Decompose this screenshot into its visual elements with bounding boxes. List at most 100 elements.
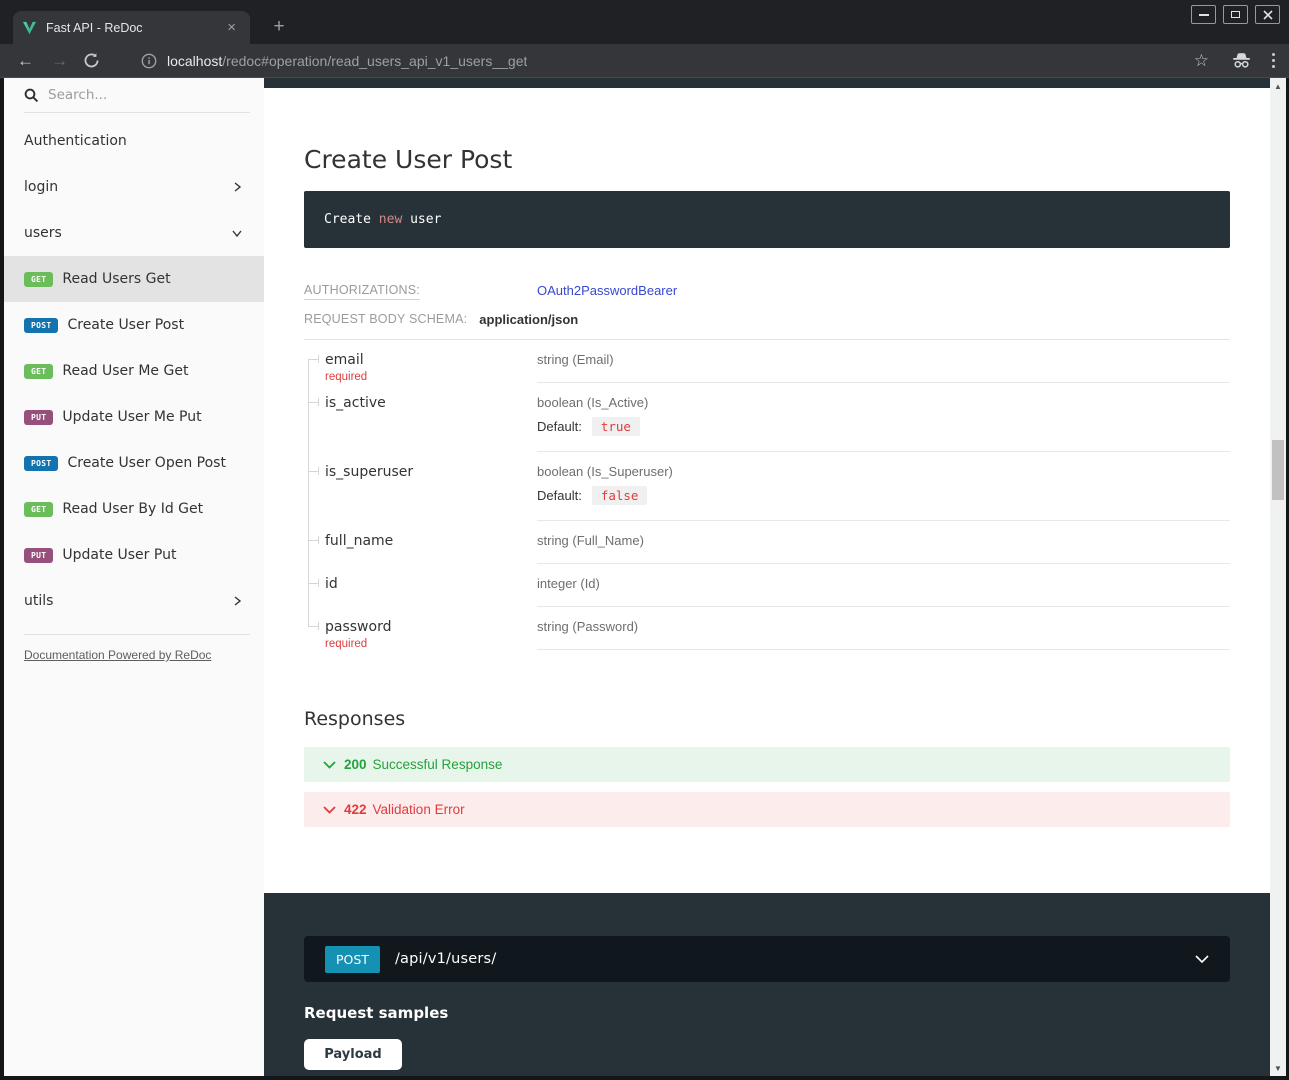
address-bar[interactable]: localhost/redoc#operation/read_users_api… (120, 53, 1194, 69)
sidebar-footer: Documentation Powered by ReDoc (24, 634, 250, 663)
field-default-value: true (592, 417, 640, 436)
field-name: email (325, 352, 364, 368)
chevron-icon (230, 226, 244, 240)
chevron-down-icon (323, 806, 336, 814)
previous-section-dark-strip (264, 78, 1270, 88)
field-type: boolean (Is_Active) (537, 395, 1230, 410)
search-row (4, 78, 264, 112)
field-default-label: Default: (537, 488, 582, 503)
sample-tab-payload[interactable]: Payload (304, 1039, 402, 1070)
sample-tabs: Payload (304, 1039, 1230, 1070)
field-required-flag: required (325, 638, 527, 650)
sidebar-item-utils[interactable]: utils (4, 578, 264, 624)
sidebar-item-create-user-post[interactable]: POST Create User Post (4, 302, 264, 348)
url-host: localhost (167, 53, 222, 69)
method-badge: POST (24, 456, 58, 471)
browser-window: Fast API - ReDoc × + ← → (0, 0, 1289, 1080)
description-text: user (402, 212, 441, 227)
favicon-v-icon (22, 21, 37, 35)
sidebar-item-read-users-get[interactable]: GET Read Users Get (4, 256, 264, 302)
endpoint-path: /api/v1/users/ (395, 951, 496, 967)
sidebar-item-update-user-me-put[interactable]: PUT Update User Me Put (4, 394, 264, 440)
response-code: 200 (344, 757, 367, 772)
powered-by-redoc-link[interactable]: Documentation Powered by ReDoc (24, 648, 211, 662)
incognito-icon (1231, 52, 1252, 69)
oauth2-password-bearer-link[interactable]: OAuth2PasswordBearer (537, 283, 677, 298)
sidebar-item-label: users (24, 225, 230, 241)
http-method-badge: POST (325, 946, 380, 973)
browser-tab[interactable]: Fast API - ReDoc × (13, 11, 250, 44)
schema-field-row: full_name string (Full_Name) (304, 521, 1230, 564)
search-input[interactable] (48, 87, 218, 103)
forward-icon: → (51, 52, 68, 69)
field-type: string (Password) (537, 619, 1230, 634)
endpoint-bar[interactable]: POST /api/v1/users/ (304, 936, 1230, 982)
sidebar-item-read-user-by-id-get[interactable]: GET Read User By Id Get (4, 486, 264, 532)
schema-fields: email required string (Email) is_active … (304, 340, 1230, 650)
request-body-schema-label: REQUEST BODY SCHEMA: (304, 312, 467, 326)
browser-menu-icon[interactable] (1272, 53, 1275, 68)
url-path: /redoc#operation/read_users_api_v1_users… (222, 53, 527, 69)
sidebar-item-label: Create User Open Post (67, 455, 244, 471)
sidebar-item-label: Read User By Id Get (62, 501, 244, 517)
close-icon (1263, 10, 1273, 20)
operation-section: Create User Post Create new user AUTHORI… (264, 88, 1270, 893)
chevron-icon (230, 594, 244, 608)
response-code: 422 (344, 802, 367, 817)
sidebar-item-update-user-put[interactable]: PUT Update User Put (4, 532, 264, 578)
maximize-button[interactable] (1223, 5, 1248, 24)
sidebar-item-read-user-me-get[interactable]: GET Read User Me Get (4, 348, 264, 394)
sidebar-item-label: utils (24, 593, 230, 609)
scroll-down-icon[interactable]: ▼ (1270, 1060, 1286, 1076)
site-info-icon[interactable] (141, 53, 157, 69)
tab-close-icon[interactable]: × (222, 18, 241, 37)
sidebar-divider (24, 112, 250, 113)
field-type: integer (Id) (537, 576, 1230, 591)
request-body-media-type: application/json (479, 312, 578, 327)
field-name: is_superuser (325, 464, 413, 480)
browser-toolbar: ← → localhost/redoc#operation/read_users… (0, 44, 1289, 78)
response-label: Successful Response (373, 757, 503, 772)
field-name: password (325, 619, 391, 635)
schema-field-row: email required string (Email) (304, 340, 1230, 383)
method-badge: GET (24, 272, 53, 287)
bookmark-star-icon[interactable]: ☆ (1194, 51, 1209, 71)
sidebar-item-login[interactable]: login (4, 164, 264, 210)
operation-description-code: Create new user (304, 191, 1230, 248)
request-body-schema-row: REQUEST BODY SCHEMA: application/json (304, 312, 1230, 340)
close-button[interactable] (1255, 5, 1280, 24)
sidebar-item-users[interactable]: users (4, 210, 264, 256)
chevron-icon (230, 180, 244, 194)
response-row[interactable]: 422 Validation Error (304, 792, 1230, 827)
url-text[interactable]: localhost/redoc#operation/read_users_api… (167, 53, 527, 69)
sidebar-item-label: Read Users Get (62, 271, 244, 287)
field-name: is_active (325, 395, 386, 411)
sidebar-item-label: login (24, 179, 230, 195)
scroll-up-icon[interactable]: ▲ (1270, 78, 1286, 94)
back-icon[interactable]: ← (17, 52, 34, 69)
field-name: id (325, 576, 338, 592)
browser-titlebar: Fast API - ReDoc × + (0, 0, 1289, 44)
authorizations-label: AUTHORIZATIONS: (304, 283, 420, 300)
field-default-value: false (592, 486, 648, 505)
responses-title: Responses (304, 708, 1230, 730)
sidebar-item-create-user-open-post[interactable]: POST Create User Open Post (4, 440, 264, 486)
sidebar-item-label: Create User Post (67, 317, 244, 333)
sidebar-item-authentication[interactable]: Authentication (4, 118, 264, 164)
chevron-down-icon[interactable] (1195, 955, 1209, 964)
minimize-button[interactable] (1191, 5, 1216, 24)
page-scrollbar[interactable]: ▲ ▼ (1270, 78, 1286, 1076)
response-row[interactable]: 200 Successful Response (304, 747, 1230, 782)
scrollbar-thumb[interactable] (1272, 440, 1284, 500)
reload-icon[interactable] (83, 52, 100, 69)
authorizations-row: AUTHORIZATIONS: OAuth2PasswordBearer (304, 283, 1230, 298)
chevron-down-icon (323, 761, 336, 769)
field-required-flag: required (325, 371, 527, 383)
new-tab-button[interactable]: + (266, 14, 292, 40)
description-text: Create (324, 212, 379, 227)
sidebar-item-label: Authentication (24, 133, 244, 149)
schema-field-row: id integer (Id) (304, 564, 1230, 607)
field-default-label: Default: (537, 419, 582, 434)
sidebar-nav: Authentication login users GET Read User… (4, 118, 264, 624)
request-samples-panel: POST /api/v1/users/ Request samples Payl… (264, 893, 1270, 1076)
